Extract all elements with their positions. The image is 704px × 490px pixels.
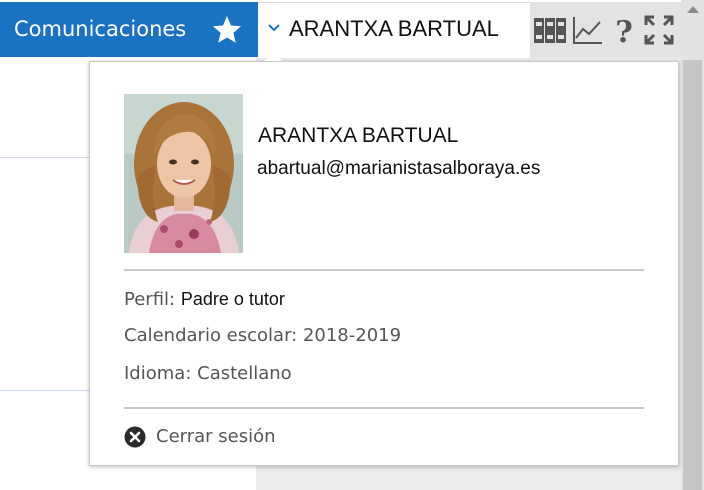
chevron-down-icon[interactable] [268, 24, 280, 32]
profile-row: Perfil: Padre o tutor [124, 289, 285, 310]
close-circle-icon [124, 426, 146, 448]
calendar-value: 2018-2019 [302, 325, 402, 346]
profile-value: Padre o tutor [180, 289, 285, 309]
chart-icon[interactable] [572, 14, 604, 46]
popup-divider [124, 269, 644, 271]
library-icon[interactable] [533, 14, 568, 46]
calendar-label: Calendario escolar: [124, 325, 298, 346]
popup-pointer [264, 52, 282, 61]
scrollbar-thumb[interactable] [683, 60, 702, 490]
scroll-up-arrow-icon[interactable] [687, 6, 699, 13]
user-name-label[interactable]: ARANTXA BARTUAL [289, 16, 499, 42]
popup-user-email: abartual@marianistasalboraya.es [257, 158, 541, 179]
popup-user-name: ARANTXA BARTUAL [258, 124, 459, 147]
calendar-row: Calendario escolar: 2018-2019 [124, 325, 401, 346]
fullscreen-icon[interactable] [644, 14, 674, 46]
language-row: Idioma: Castellano [124, 363, 292, 384]
module-title[interactable]: Comunicaciones [14, 17, 186, 41]
avatar [124, 94, 243, 253]
popup-divider [124, 407, 644, 409]
logout-label: Cerrar sesión [156, 426, 276, 447]
help-icon[interactable]: ? [612, 14, 636, 46]
language-label: Idioma: [124, 363, 192, 384]
star-icon[interactable] [211, 14, 243, 46]
svg-text:?: ? [615, 15, 633, 46]
profile-label: Perfil: [124, 289, 176, 310]
language-value: Castellano [197, 363, 292, 384]
top-bar: Comunicaciones ARANTXA BARTUAL ? [0, 0, 681, 58]
